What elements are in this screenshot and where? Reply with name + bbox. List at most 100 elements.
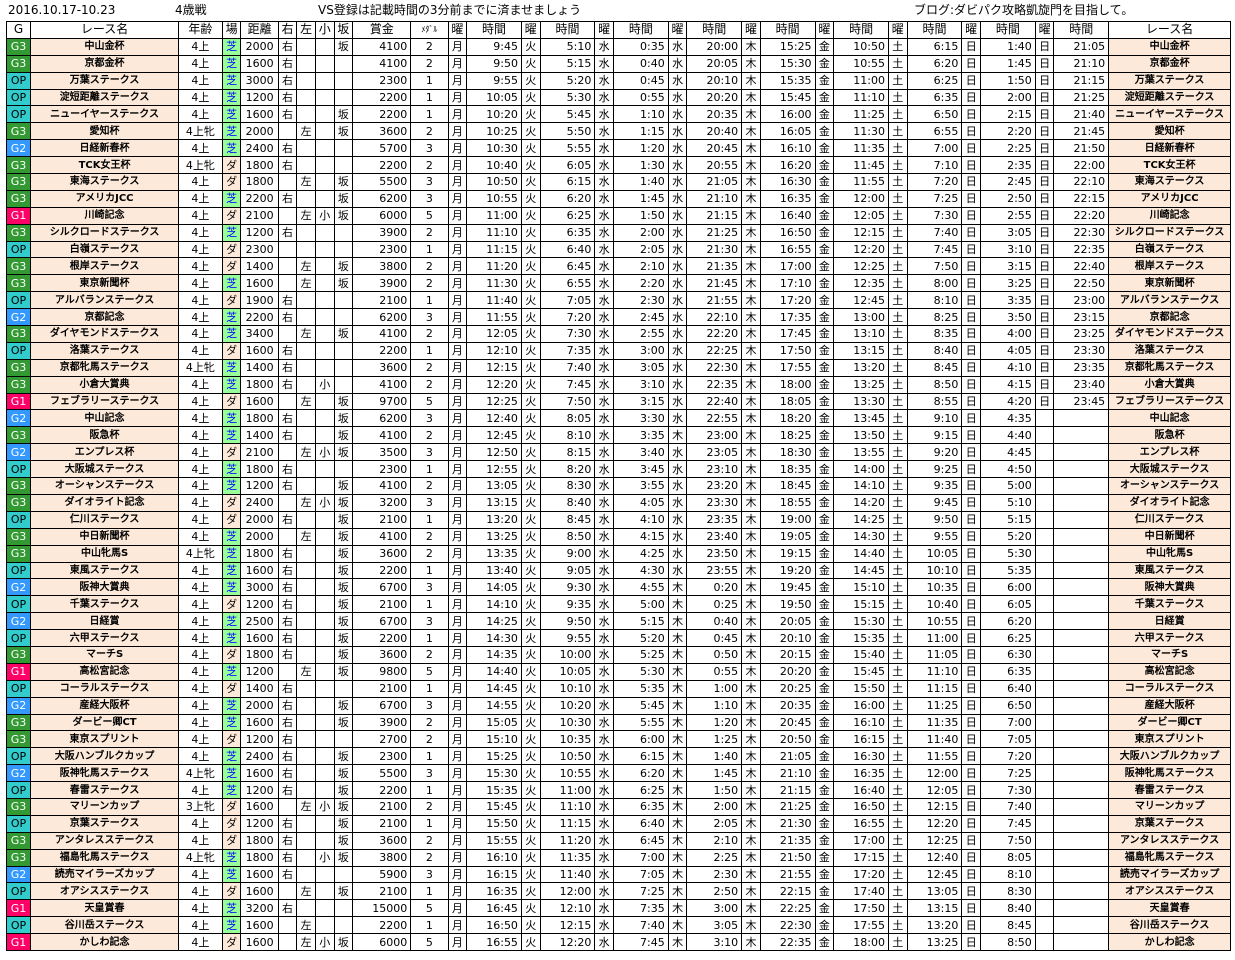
weekday-cell: 木	[741, 173, 761, 191]
race-name: オーシャンステークス	[30, 477, 180, 495]
weekday-cell: 水	[594, 443, 614, 462]
table-row: OP ニューイヤーステークス 4上芝 1600 右坂 2200 1 月 10:20 火 5:45 水 1…	[5, 105, 1231, 124]
weekday-cell: 水	[594, 460, 614, 479]
time-cell: 9:15	[906, 426, 963, 445]
grade-badge: OP	[5, 595, 32, 614]
race-name-repeat: 白嶺ステークス	[1108, 240, 1231, 259]
surface-cell: ダ	[221, 679, 242, 698]
surface-cell: ダ	[221, 831, 242, 850]
time-cell: 2:05	[686, 814, 743, 833]
time-cell: 21:35	[759, 831, 816, 850]
time-cell: 5:00	[612, 595, 669, 614]
column-header: 時間	[612, 21, 669, 39]
weekday-cell: 火	[520, 527, 541, 546]
data-cell	[277, 257, 298, 276]
time-cell: 18:35	[759, 460, 816, 479]
time-cell: 3:05	[612, 358, 669, 377]
data-cell	[296, 679, 316, 698]
weekday-cell: 木	[741, 612, 761, 631]
time-cell: 16:50	[759, 223, 816, 242]
time-cell: 11:35	[906, 713, 963, 732]
time-cell: 6:05	[539, 156, 596, 175]
surface-cell: 芝	[221, 460, 242, 479]
data-cell: 坂	[333, 443, 354, 462]
prize-cell: 2200	[352, 88, 412, 107]
weekday-cell: 水	[594, 578, 614, 597]
time-cell: 7:50	[539, 392, 596, 411]
data-cell	[314, 173, 335, 191]
weekday-cell: 日	[961, 561, 981, 580]
data-cell	[314, 561, 335, 580]
weekday-cell: 木	[667, 899, 688, 918]
time-cell: 0:40	[612, 54, 669, 73]
weekday-cell: 金	[814, 561, 835, 580]
time-cell: 3:10	[612, 375, 669, 394]
column-header: 時間	[686, 21, 743, 39]
race-name: 日経新春杯	[30, 139, 180, 158]
time-cell: 14:25	[466, 612, 522, 631]
time-cell: 6:35	[612, 797, 669, 816]
weekday-cell: 月	[447, 156, 468, 175]
surface-cell: 芝	[221, 375, 242, 394]
time-cell	[1053, 730, 1110, 749]
grade-badge: G3	[5, 713, 32, 732]
weekday-cell: 月	[447, 139, 468, 158]
time-cell: 22:25	[686, 341, 743, 360]
race-name: 万葉ステークス	[30, 71, 180, 90]
data-cell	[277, 206, 298, 225]
weekday-cell: 土	[887, 797, 908, 816]
data-cell: 坂	[333, 206, 354, 225]
weekday-cell: 月	[447, 375, 468, 394]
data-cell: 4上	[178, 375, 223, 394]
time-cell: 7:40	[906, 223, 963, 242]
surface-cell: 芝	[221, 409, 242, 428]
weekday-cell: 月	[447, 493, 468, 512]
data-cell: 右	[277, 37, 298, 56]
weekday-cell: 金	[814, 578, 835, 597]
data-cell: 1	[410, 814, 449, 833]
data-cell	[314, 325, 335, 343]
weekday-cell: 火	[520, 814, 541, 833]
time-cell: 2:20	[980, 122, 1036, 141]
data-cell: 小	[314, 443, 335, 462]
data-cell: 右	[277, 612, 298, 631]
weekday-cell: 水	[594, 240, 614, 259]
race-name: 淀短距離ステークス	[30, 88, 180, 107]
time-cell: 23:35	[686, 510, 743, 529]
time-cell: 11:35	[539, 848, 596, 867]
weekday-cell: 水	[594, 139, 614, 158]
weekday-cell: 月	[447, 460, 468, 479]
weekday-cell: 木	[741, 595, 761, 614]
time-cell: 8:10	[980, 865, 1036, 884]
time-cell: 9:35	[539, 595, 596, 614]
time-cell: 8:50	[539, 527, 596, 546]
time-cell: 18:05	[759, 392, 816, 411]
grade-badge: G3	[5, 37, 32, 56]
surface-cell: 芝	[221, 54, 242, 73]
weekday-cell: 金	[814, 493, 835, 512]
weekday-cell: 金	[814, 477, 835, 495]
grade-badge: G3	[5, 426, 32, 445]
weekday-cell: 土	[887, 696, 908, 715]
time-cell: 16:35	[466, 882, 522, 901]
time-cell: 6:25	[612, 781, 669, 799]
data-cell: 2300	[240, 240, 279, 259]
data-cell	[314, 713, 335, 732]
weekday-cell: 火	[520, 409, 541, 428]
time-cell: 20:15	[759, 645, 816, 664]
time-cell: 4:35	[980, 409, 1036, 428]
weekday-cell: 土	[887, 814, 908, 833]
column-header: 場	[221, 21, 242, 39]
weekday-cell: 木	[741, 54, 761, 73]
weekday-cell: 水	[594, 358, 614, 377]
weekday-cell: 月	[447, 510, 468, 529]
weekday-cell: 土	[887, 662, 908, 681]
prize-cell: 2200	[352, 629, 412, 647]
weekday-cell: 日	[961, 544, 981, 563]
race-name-repeat: 日経賞	[1108, 612, 1231, 631]
data-cell: 4上	[178, 882, 223, 901]
weekday-cell	[1034, 814, 1055, 833]
data-cell: 4上牝	[178, 764, 223, 783]
data-cell: 2200	[240, 189, 279, 208]
data-cell	[333, 71, 354, 90]
